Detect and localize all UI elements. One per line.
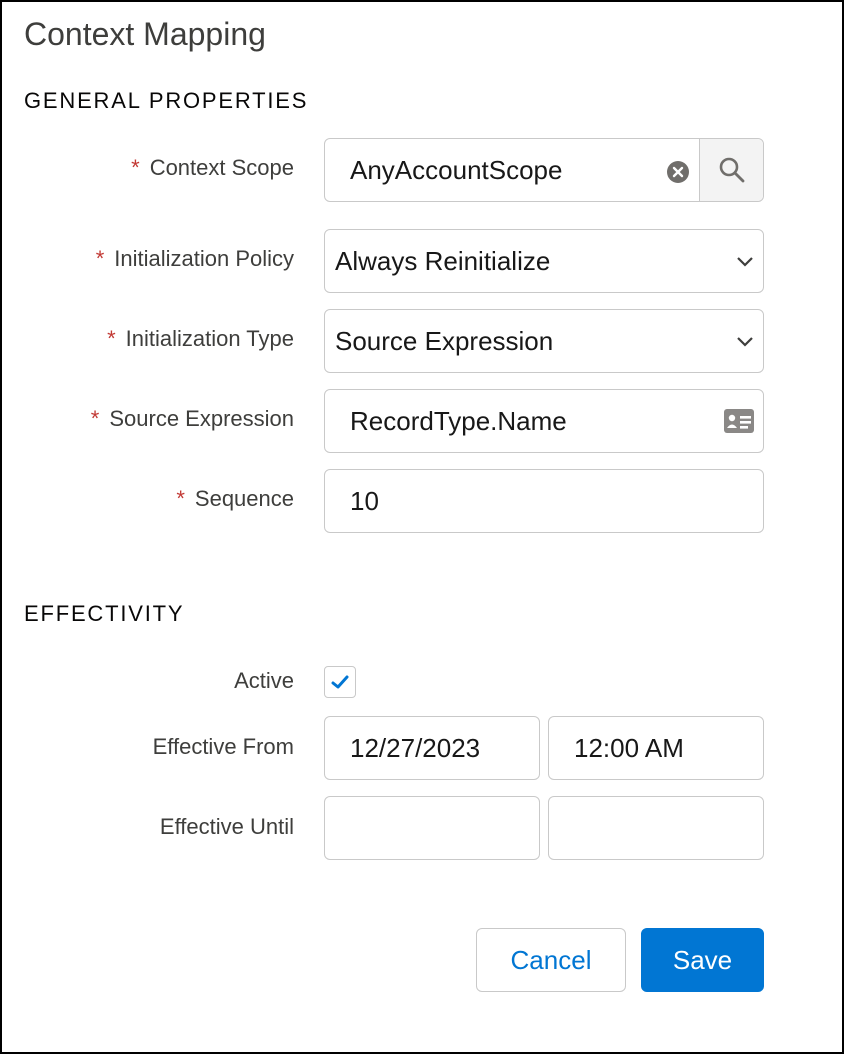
clear-icon[interactable] — [667, 161, 689, 183]
page-title: Context Mapping — [24, 16, 266, 52]
initialization-policy-label: * Initialization Policy — [96, 246, 294, 272]
source-expression-label: * Source Expression — [91, 406, 294, 432]
effective-until-date-input[interactable] — [324, 796, 540, 860]
sequence-input[interactable]: 10 — [324, 469, 764, 533]
source-expression-input[interactable]: RecordType.Name — [324, 389, 764, 453]
sequence-value: 10 — [350, 485, 379, 516]
effectivity-heading: EFFECTIVITY — [24, 601, 185, 626]
initialization-type-value: Source Expression — [335, 325, 554, 356]
context-scope-value: AnyAccountScope — [350, 154, 563, 185]
effective-until-time-input[interactable] — [548, 796, 764, 860]
chevron-down-icon — [737, 337, 753, 347]
effective-from-date-value: 12/27/2023 — [350, 732, 481, 763]
save-button[interactable]: Save — [641, 928, 764, 992]
contact-card-icon[interactable] — [723, 408, 755, 434]
sequence-label: * Sequence — [176, 486, 294, 512]
initialization-type-select[interactable]: Source Expression — [324, 309, 764, 373]
context-mapping-panel: Context Mapping GENERAL PROPERTIES * Cont… — [0, 0, 844, 1054]
sequence-label-text: Sequence — [194, 486, 294, 511]
initialization-policy-value: Always Reinitialize — [335, 245, 551, 276]
source-expression-value: RecordType.Name — [350, 405, 567, 436]
search-button[interactable] — [699, 139, 763, 201]
context-scope-label-text: Context Scope — [149, 155, 294, 180]
search-icon — [719, 157, 744, 183]
chevron-down-icon — [737, 257, 753, 267]
active-checkbox[interactable] — [324, 666, 356, 698]
required-marker: * — [95, 246, 105, 271]
effective-from-time-value: 12:00 AM — [574, 732, 684, 763]
check-icon — [331, 675, 349, 689]
initialization-type-label-text: Initialization Type — [125, 326, 294, 351]
required-marker: * — [107, 326, 116, 351]
required-marker: * — [90, 406, 100, 431]
effective-from-label: Effective From — [152, 734, 294, 759]
general-properties-heading: GENERAL PROPERTIES — [24, 88, 309, 113]
context-scope-lookup[interactable]: AnyAccountScope — [324, 138, 764, 202]
context-scope-label: * Context Scope — [131, 155, 294, 181]
cancel-button[interactable]: Cancel — [476, 928, 626, 992]
effective-from-date-input[interactable]: 12/27/2023 — [324, 716, 540, 780]
effective-until-label: Effective Until — [159, 814, 294, 839]
initialization-policy-select[interactable]: Always Reinitialize — [324, 229, 764, 293]
required-marker: * — [176, 486, 185, 511]
active-label: Active — [234, 668, 294, 693]
initialization-policy-label-text: Initialization Policy — [114, 246, 294, 271]
source-expression-label-text: Source Expression — [109, 406, 294, 431]
required-marker: * — [131, 155, 140, 180]
initialization-type-label: * Initialization Type — [107, 326, 294, 352]
effective-from-time-input[interactable]: 12:00 AM — [548, 716, 764, 780]
